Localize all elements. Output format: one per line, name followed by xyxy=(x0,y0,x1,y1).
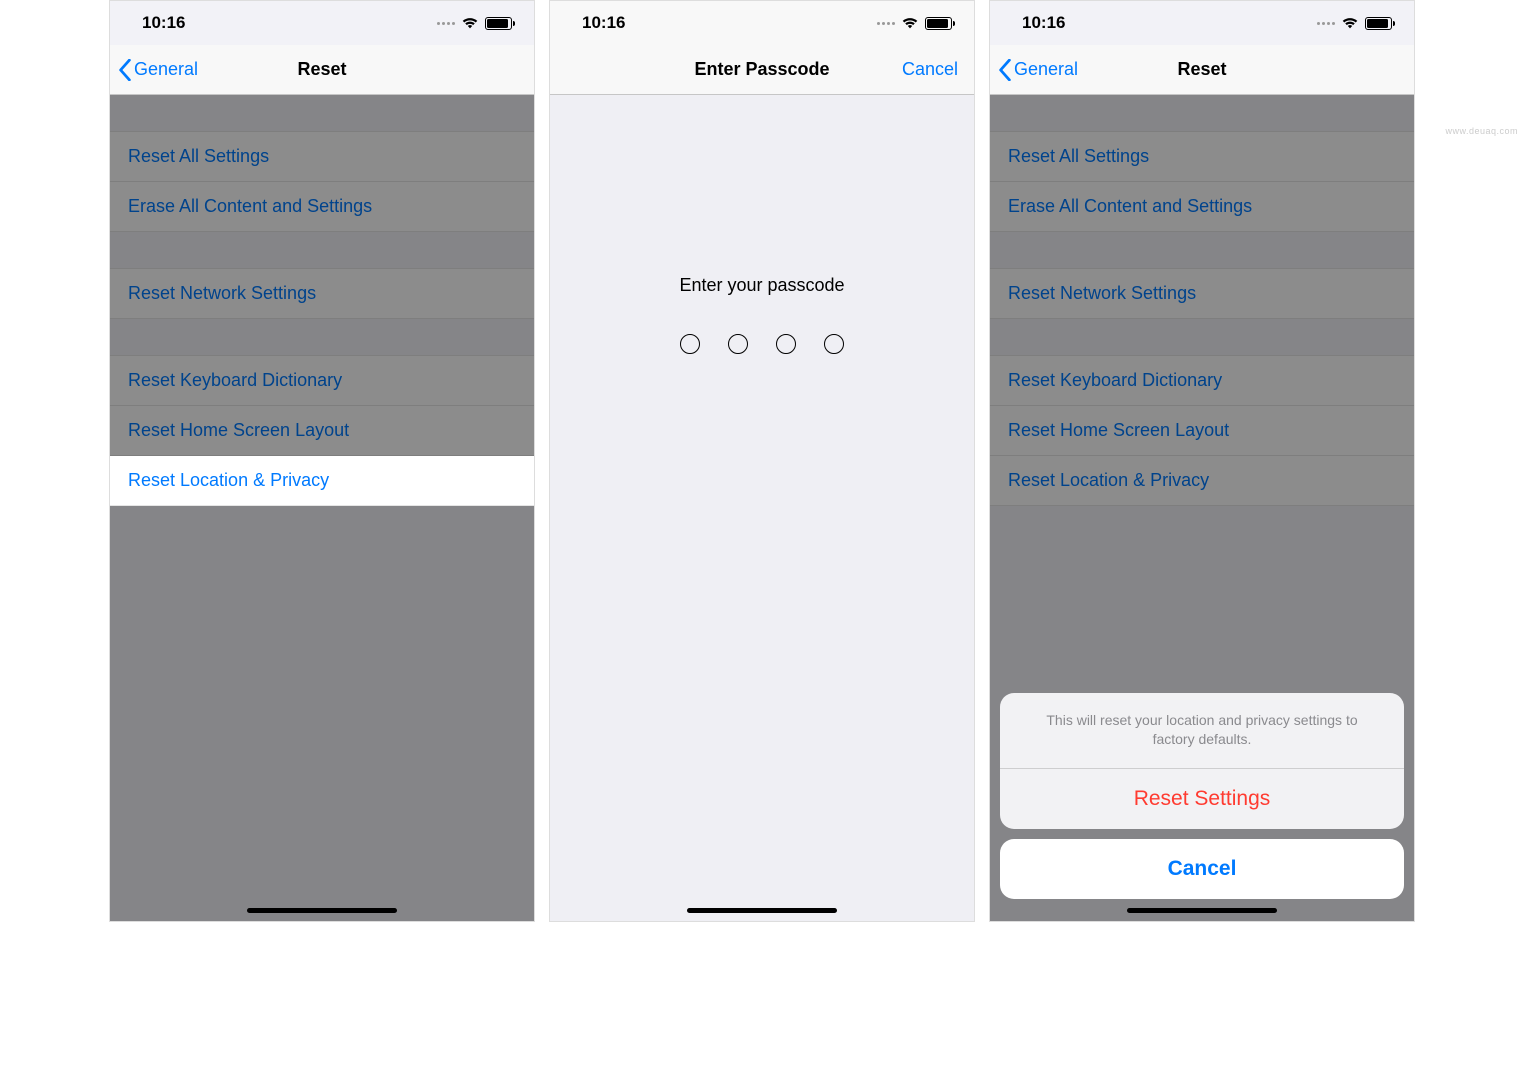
passcode-body: Enter your passcode xyxy=(550,95,974,354)
cancel-button[interactable]: Cancel xyxy=(902,59,958,80)
reset-home-screen-layout-item[interactable]: Reset Home Screen Layout xyxy=(110,406,534,456)
passcode-prompt: Enter your passcode xyxy=(679,275,844,296)
wifi-icon xyxy=(461,16,479,30)
home-indicator[interactable] xyxy=(1127,908,1277,913)
nav-bar: General Reset xyxy=(990,45,1414,95)
status-icons xyxy=(877,16,952,30)
battery-icon xyxy=(925,17,952,30)
reset-keyboard-dictionary-item[interactable]: Reset Keyboard Dictionary xyxy=(990,355,1414,406)
passcode-dot-3 xyxy=(776,334,796,354)
reset-home-screen-layout-item[interactable]: Reset Home Screen Layout xyxy=(990,406,1414,456)
reset-settings-button[interactable]: Reset Settings xyxy=(1000,769,1404,829)
nav-bar: Enter Passcode Cancel xyxy=(550,45,974,95)
back-label: General xyxy=(134,59,198,80)
status-time: 10:16 xyxy=(582,13,625,33)
reset-all-settings-item[interactable]: Reset All Settings xyxy=(990,131,1414,182)
status-time: 10:16 xyxy=(142,13,185,33)
back-button[interactable]: General xyxy=(118,59,198,81)
status-icons xyxy=(437,16,512,30)
reset-location-privacy-item[interactable]: Reset Location & Privacy xyxy=(990,456,1414,506)
status-time: 10:16 xyxy=(1022,13,1065,33)
battery-icon xyxy=(1365,17,1392,30)
reset-network-settings-item[interactable]: Reset Network Settings xyxy=(990,268,1414,319)
chevron-left-icon xyxy=(118,59,132,81)
passcode-dot-4 xyxy=(824,334,844,354)
erase-all-content-item[interactable]: Erase All Content and Settings xyxy=(990,182,1414,232)
cellular-dots-icon xyxy=(877,22,895,25)
erase-all-content-item[interactable]: Erase All Content and Settings xyxy=(110,182,534,232)
chevron-left-icon xyxy=(998,59,1012,81)
home-indicator[interactable] xyxy=(687,908,837,913)
wifi-icon xyxy=(901,16,919,30)
reset-keyboard-dictionary-item[interactable]: Reset Keyboard Dictionary xyxy=(110,355,534,406)
phone-screen-3: 10:16 General Reset Reset All Settings E… xyxy=(989,0,1415,922)
passcode-dot-2 xyxy=(728,334,748,354)
nav-title: Reset xyxy=(297,59,346,80)
back-button[interactable]: General xyxy=(998,59,1078,81)
phone-screen-1: 10:16 General Reset Reset All Settings E… xyxy=(109,0,535,922)
passcode-dots xyxy=(680,334,844,354)
cellular-dots-icon xyxy=(1317,22,1335,25)
action-sheet-message: This will reset your location and privac… xyxy=(1000,693,1404,769)
nav-bar: General Reset xyxy=(110,45,534,95)
status-icons xyxy=(1317,16,1392,30)
battery-icon xyxy=(485,17,512,30)
wifi-icon xyxy=(1341,16,1359,30)
passcode-dot-1 xyxy=(680,334,700,354)
nav-title: Enter Passcode xyxy=(694,59,829,80)
action-sheet-cancel-button[interactable]: Cancel xyxy=(1000,839,1404,899)
status-bar: 10:16 xyxy=(110,1,534,45)
cellular-dots-icon xyxy=(437,22,455,25)
reset-location-privacy-item[interactable]: Reset Location & Privacy xyxy=(110,456,534,506)
back-label: General xyxy=(1014,59,1078,80)
reset-network-settings-item[interactable]: Reset Network Settings xyxy=(110,268,534,319)
status-bar: 10:16 xyxy=(550,1,974,45)
home-indicator[interactable] xyxy=(247,908,397,913)
status-bar: 10:16 xyxy=(990,1,1414,45)
reset-all-settings-item[interactable]: Reset All Settings xyxy=(110,131,534,182)
watermark: www.deuaq.com xyxy=(1445,126,1518,136)
phone-screen-2: 10:16 Enter Passcode Cancel Enter your p… xyxy=(549,0,975,922)
action-sheet: This will reset your location and privac… xyxy=(1000,693,1404,899)
nav-title: Reset xyxy=(1177,59,1226,80)
